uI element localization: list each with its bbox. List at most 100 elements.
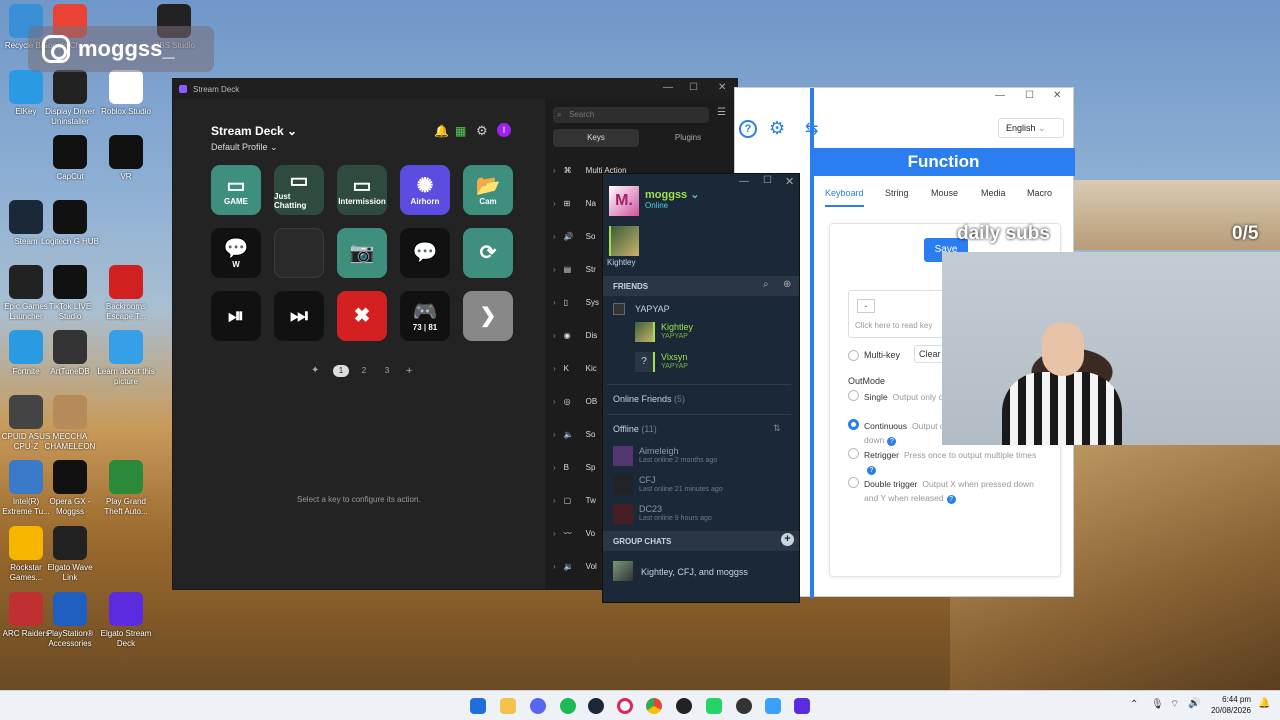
replay-key[interactable]: ⟳	[463, 228, 513, 278]
category-item[interactable]: › ▤ Str	[553, 259, 596, 279]
desktop-icon[interactable]: Elgato Wave Link	[41, 526, 99, 583]
desktop-icon[interactable]: Opera GX - Moggss	[41, 460, 99, 517]
category-item[interactable]: › ▯ Sys	[553, 292, 599, 312]
tab-string[interactable]: String	[885, 188, 909, 198]
profile-selector[interactable]: Default Profile ⌄	[211, 142, 278, 153]
screenshot-key[interactable]: 📷	[337, 228, 387, 278]
microphone-icon[interactable]: 🎙	[1151, 699, 1164, 710]
keyboard-app-icon[interactable]	[765, 698, 781, 714]
outmode-radio[interactable]	[848, 448, 859, 459]
tab-keyboard[interactable]: Keyboard	[825, 188, 864, 207]
minimize-icon[interactable]: —	[663, 82, 673, 93]
play-pause-key[interactable]: ⏯	[211, 291, 261, 341]
sort-icon[interactable]: ⇅	[773, 423, 781, 434]
marketplace-icon[interactable]: ▦	[455, 124, 466, 138]
game-key[interactable]: ▭ GAME	[211, 165, 261, 215]
search-input[interactable]: ⌕ Search	[553, 107, 709, 123]
online-friends-section[interactable]: Online Friends (5)	[613, 394, 685, 404]
desktop-icon[interactable]: Learn about this picture	[97, 330, 155, 387]
tab-keys[interactable]: Keys	[553, 129, 639, 147]
desktop-icon[interactable]: TikTok LIVE Studio	[41, 265, 99, 322]
device-selector[interactable]: Stream Deck ⌄	[211, 124, 297, 138]
next-page-key[interactable]: ❯	[463, 291, 513, 341]
list-view-icon[interactable]: ☰	[717, 107, 726, 118]
category-item[interactable]: › B Sp	[553, 457, 595, 477]
desktop-icon[interactable]: VR	[97, 135, 155, 182]
tab-media[interactable]: Media	[981, 188, 1006, 198]
cam-key[interactable]: 📂 Cam	[463, 165, 513, 215]
help-icon[interactable]: ?	[739, 120, 757, 138]
username[interactable]: moggss ⌄	[645, 188, 699, 201]
minimize-icon[interactable]: —	[995, 90, 1005, 101]
file-explorer-icon[interactable]	[500, 698, 516, 714]
category-item[interactable]: › ◉ Dis	[553, 325, 597, 345]
friend-avatar[interactable]	[613, 475, 633, 495]
volume-icon[interactable]: 🔊	[1188, 698, 1200, 709]
category-item[interactable]: › 〰 Vo	[553, 523, 595, 543]
pinned-friend-avatar[interactable]	[609, 226, 639, 256]
friend-avatar[interactable]: ?	[635, 352, 655, 372]
minimize-icon[interactable]: —	[739, 176, 749, 187]
next-track-key[interactable]: ⏭	[274, 291, 324, 341]
clock-date[interactable]: 20/08/2026	[1205, 706, 1251, 715]
opera-gx-icon[interactable]	[617, 698, 633, 714]
friend-avatar[interactable]	[613, 504, 633, 524]
search-icon[interactable]: ⌕	[763, 279, 769, 290]
desktop-icon[interactable]: Roblox Studio	[97, 70, 155, 117]
close-icon[interactable]: ✕	[785, 175, 794, 188]
outmode-radio[interactable]	[848, 477, 859, 488]
maximize-icon[interactable]: ☐	[763, 175, 772, 186]
intermission-key[interactable]: ▭ Intermission	[337, 165, 387, 215]
start-icon[interactable]	[470, 698, 486, 714]
info-icon[interactable]: ?	[946, 495, 956, 504]
outmode-radio[interactable]	[848, 419, 859, 430]
category-item[interactable]: › K Kic	[553, 358, 597, 378]
maximize-icon[interactable]: ☐	[689, 82, 698, 93]
maximize-icon[interactable]: ☐	[1025, 90, 1034, 101]
category-item[interactable]: › ▢ Tw	[553, 490, 596, 510]
friend-name[interactable]: DC23	[639, 504, 662, 514]
outmode-option[interactable]: Retrigger Press once to output multiple t…	[864, 448, 1044, 476]
outmode-radio[interactable]	[848, 390, 859, 401]
offline-section[interactable]: Offline (11)	[613, 424, 657, 434]
tab-mouse[interactable]: Mouse	[931, 188, 958, 198]
friend-name[interactable]: CFJ	[639, 475, 656, 485]
category-item[interactable]: › ⊞ Na	[553, 193, 596, 213]
tab-macro[interactable]: Macro	[1027, 188, 1052, 198]
just-chatting-key[interactable]: ▭ Just Chatting	[274, 165, 324, 215]
clock-time[interactable]: 6:44 pm	[1205, 695, 1251, 704]
game-counter-key[interactable]: 🎮 73 | 81	[400, 291, 450, 341]
group-chat-item[interactable]: Kightley, CFJ, and moggss	[641, 567, 748, 577]
user-avatar[interactable]: M.	[609, 186, 639, 216]
tab-plugins[interactable]: Plugins	[645, 129, 731, 147]
pin-icon[interactable]: ✦	[311, 365, 319, 376]
account-icon[interactable]: I	[497, 123, 511, 137]
notification-icon[interactable]: 🔔	[1258, 698, 1270, 709]
close-icon[interactable]: ✕	[718, 82, 726, 93]
friend-name[interactable]: Vixsyn	[661, 352, 687, 362]
close-icon[interactable]: ✕	[1053, 90, 1061, 101]
gear-icon[interactable]: ⚙	[476, 123, 488, 139]
category-item[interactable]: › ◎ OB	[553, 391, 597, 411]
category-item[interactable]: › 🔉 Vol	[553, 556, 597, 576]
friend-name[interactable]: Aimeleigh	[639, 446, 679, 456]
empty-key[interactable]	[274, 228, 324, 278]
chrome-icon[interactable]	[646, 698, 662, 714]
info-icon[interactable]: ?	[867, 466, 876, 475]
info-icon[interactable]: ?	[887, 437, 897, 446]
discord-icon[interactable]	[530, 698, 546, 714]
page-2-button[interactable]: 2	[356, 365, 372, 377]
stream-deck-icon[interactable]	[794, 698, 810, 714]
friend-avatar[interactable]	[635, 322, 655, 342]
add-page-icon[interactable]: +	[406, 365, 412, 377]
steam-icon[interactable]	[588, 698, 604, 714]
desktop-icon[interactable]: Logitech G HUB	[41, 200, 99, 247]
multikey-radio[interactable]	[848, 350, 859, 361]
chat-bubble-key[interactable]: 💬	[400, 228, 450, 278]
chat-key[interactable]: 💬 W	[211, 228, 261, 278]
add-friend-icon[interactable]: ⊕	[783, 279, 791, 290]
page-3-button[interactable]: 3	[379, 365, 395, 377]
desktop-icon[interactable]: Display Driver Uninstaller	[41, 70, 99, 127]
outmode-option[interactable]: Double trigger Output X when pressed down…	[864, 477, 1044, 505]
desktop-icon[interactable]: PlayStation® Accessories	[41, 592, 99, 649]
